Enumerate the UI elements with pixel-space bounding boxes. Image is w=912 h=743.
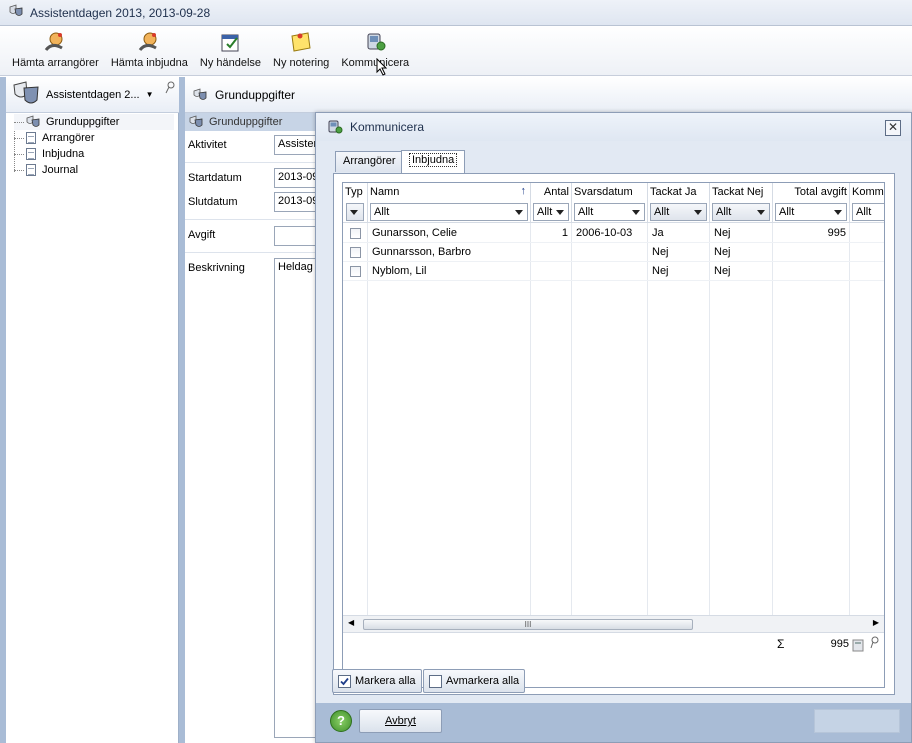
section-header: Grunduppgifter (185, 113, 325, 131)
beskrivning-label: Beskrivning (188, 262, 245, 274)
tab-arrangorer[interactable]: Arrangörer (335, 151, 404, 172)
table-row[interactable]: Nyblom, Lil Nej Nej (343, 262, 884, 281)
document-icon (26, 164, 36, 176)
panel-splitter[interactable] (179, 77, 185, 743)
new-note-button[interactable]: Ny notering (267, 25, 335, 75)
communicate-icon (328, 120, 343, 134)
slutdatum-field[interactable]: 2013-09 (274, 192, 319, 212)
sort-ascending-icon: ↑ (520, 185, 527, 197)
row-checkbox[interactable] (350, 266, 361, 277)
pin-icon[interactable] (869, 636, 880, 653)
fetch-organizers-button[interactable]: Hämta arrangörer (6, 25, 105, 75)
table-row[interactable]: Gunnarsson, Barbro Nej Nej (343, 243, 884, 262)
typ-filter[interactable] (346, 203, 364, 221)
help-icon[interactable]: ? (330, 710, 352, 732)
column-header-typ[interactable]: Typ (343, 183, 368, 201)
avgift-field[interactable] (274, 226, 319, 246)
mouse-cursor-icon (376, 58, 388, 76)
chevron-down-icon (757, 210, 765, 215)
chevron-down-icon (350, 210, 358, 215)
tree-item-arrangorer[interactable]: Arrangörer (14, 130, 174, 146)
tab-panel-inbjudna: Typ Namn ↑ Antal Svarsdatum Tackat Ja Ta… (333, 173, 895, 695)
komme-filter[interactable]: Allt (852, 203, 884, 221)
column-header-tackat-nej[interactable]: Tackat Nej (710, 183, 773, 201)
chevron-down-icon: ▼ (145, 90, 154, 99)
scroll-left-icon[interactable]: ◀ (348, 618, 354, 627)
pin-icon[interactable] (164, 81, 176, 98)
communicate-dialog: Kommunicera ✕ Arrangörer Inbjudna Typ Na… (315, 112, 912, 743)
checkbox-checked-icon (338, 674, 351, 688)
namn-filter[interactable]: Allt (370, 203, 528, 221)
beskrivning-field[interactable]: Heldag n (274, 258, 319, 738)
scroll-right-icon[interactable]: ▶ (873, 618, 879, 627)
chevron-down-icon (834, 210, 842, 215)
column-header-total-avgift[interactable]: Total avgift (773, 183, 850, 201)
window-title: Assistentdagen 2013, 2013-09-28 (30, 5, 211, 20)
dialog-footer: ? Avbryt (316, 703, 911, 742)
new-event-icon (221, 34, 239, 52)
column-header-antal[interactable]: Antal (531, 183, 572, 201)
chevron-down-icon (515, 210, 523, 215)
invitees-grid: Typ Namn ↑ Antal Svarsdatum Tackat Ja Ta… (342, 182, 885, 688)
summary-row: Σ 995 (343, 632, 884, 656)
document-icon (26, 148, 36, 160)
close-icon[interactable]: ✕ (885, 120, 901, 136)
avgift-label: Avgift (188, 229, 216, 241)
antal-filter[interactable]: Allt (533, 203, 569, 221)
dialog-title: Kommunicera (350, 120, 425, 134)
content-header: Grunduppgifter (185, 77, 912, 113)
mark-all-button[interactable]: Markera alla (332, 669, 422, 693)
tab-inbjudna[interactable]: Inbjudna (401, 150, 466, 173)
fetch-invited-icon (139, 32, 158, 51)
cancel-button[interactable]: Avbryt (359, 709, 442, 733)
total-avgift-filter[interactable]: Allt (775, 203, 847, 221)
new-note-icon (291, 32, 311, 52)
tackat-nej-filter[interactable]: Allt (712, 203, 770, 221)
toolbar: Hämta arrangörer Hämta inbjudna Ny hände… (0, 26, 912, 76)
startdatum-label: Startdatum (188, 172, 242, 184)
table-row[interactable]: Gunarsson, Celie 1 2006-10-03 Ja Nej 995 (343, 224, 884, 243)
column-header-tackat-ja[interactable]: Tackat Ja (648, 183, 710, 201)
activity-selector-bar: Assistentdagen 2... ▼ (6, 77, 179, 113)
app-icon (8, 4, 24, 21)
aktivitet-field[interactable]: Assisten (274, 135, 319, 155)
row-checkbox[interactable] (350, 247, 361, 258)
calculator-icon[interactable] (852, 639, 864, 655)
svarsdatum-filter[interactable]: Allt (574, 203, 645, 221)
column-header-namn[interactable]: Namn ↑ (368, 183, 531, 201)
horizontal-scrollbar[interactable]: ◀ III ▶ (343, 615, 884, 632)
sigma-symbol: Σ (777, 637, 785, 651)
dialog-title-bar: Kommunicera (316, 113, 911, 141)
info-masks-icon (26, 115, 40, 127)
tree-item-grunduppgifter[interactable]: Grunduppgifter (14, 114, 174, 130)
disabled-button (814, 709, 900, 733)
scrollbar-thumb[interactable]: III (363, 619, 693, 630)
row-checkbox[interactable] (350, 228, 361, 239)
info-masks-icon (189, 115, 203, 127)
document-icon (26, 132, 36, 144)
unmark-all-button[interactable]: Avmarkera alla (423, 669, 526, 693)
aktivitet-label: Aktivitet (188, 139, 227, 151)
communicate-icon (367, 33, 386, 51)
summary-total: 995 (830, 638, 849, 650)
new-event-button[interactable]: Ny händelse (194, 25, 267, 75)
column-header-svarsdatum[interactable]: Svarsdatum (572, 183, 648, 201)
chevron-down-icon (556, 210, 564, 215)
activity-selector[interactable]: Assistentdagen 2... ▼ (46, 89, 153, 101)
chevron-down-icon (632, 210, 640, 215)
window-title-bar: Assistentdagen 2013, 2013-09-28 (0, 0, 912, 26)
startdatum-field[interactable]: 2013-09 (274, 168, 319, 188)
fetch-invited-button[interactable]: Hämta inbjudna (105, 25, 194, 75)
info-masks-icon (193, 87, 207, 100)
navigation-tree: Grunduppgifter Arrangörer Inbjudna Journ… (14, 114, 174, 178)
checkbox-empty-icon (429, 674, 442, 688)
tree-item-journal[interactable]: Journal (14, 162, 174, 178)
tackat-ja-filter[interactable]: Allt (650, 203, 707, 221)
theater-masks-icon (13, 80, 39, 103)
chevron-down-icon (694, 210, 702, 215)
slutdatum-label: Slutdatum (188, 196, 238, 208)
tree-item-inbjudna[interactable]: Inbjudna (14, 146, 174, 162)
fetch-organizers-icon (45, 32, 64, 51)
column-header-komme[interactable]: Komme (850, 183, 884, 201)
